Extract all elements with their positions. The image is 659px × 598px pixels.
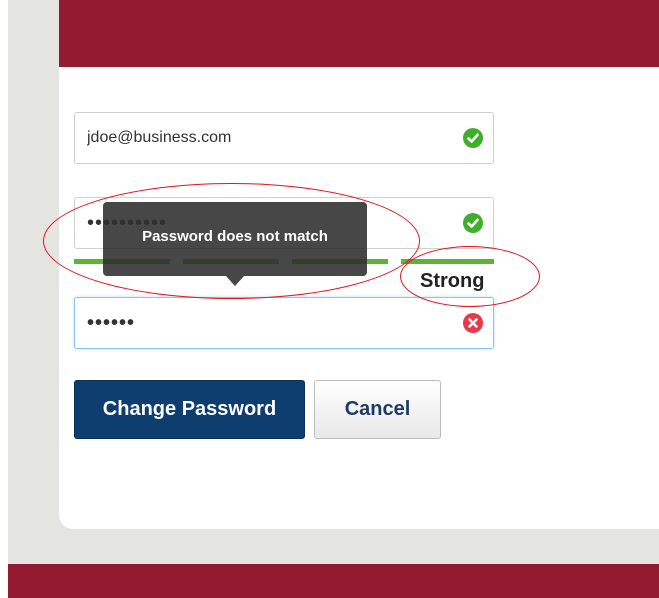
check-circle-icon	[463, 213, 483, 233]
tooltip-text: Password does not match	[142, 228, 328, 245]
x-circle-icon	[463, 313, 483, 333]
email-field[interactable]	[74, 112, 494, 164]
strength-bar-segment-4	[401, 259, 494, 264]
strength-label: Strong	[420, 270, 485, 292]
footer-band	[8, 564, 659, 598]
cancel-button[interactable]: Cancel	[314, 380, 441, 439]
check-circle-icon	[463, 128, 483, 148]
email-input[interactable]	[87, 113, 457, 163]
tooltip-arrow	[226, 276, 244, 286]
confirm-password-input[interactable]	[87, 298, 457, 348]
password-mismatch-tooltip: Password does not match	[103, 202, 367, 286]
confirm-password-field[interactable]	[74, 297, 494, 349]
change-password-button[interactable]: Change Password	[74, 380, 305, 439]
header-band	[59, 0, 659, 67]
